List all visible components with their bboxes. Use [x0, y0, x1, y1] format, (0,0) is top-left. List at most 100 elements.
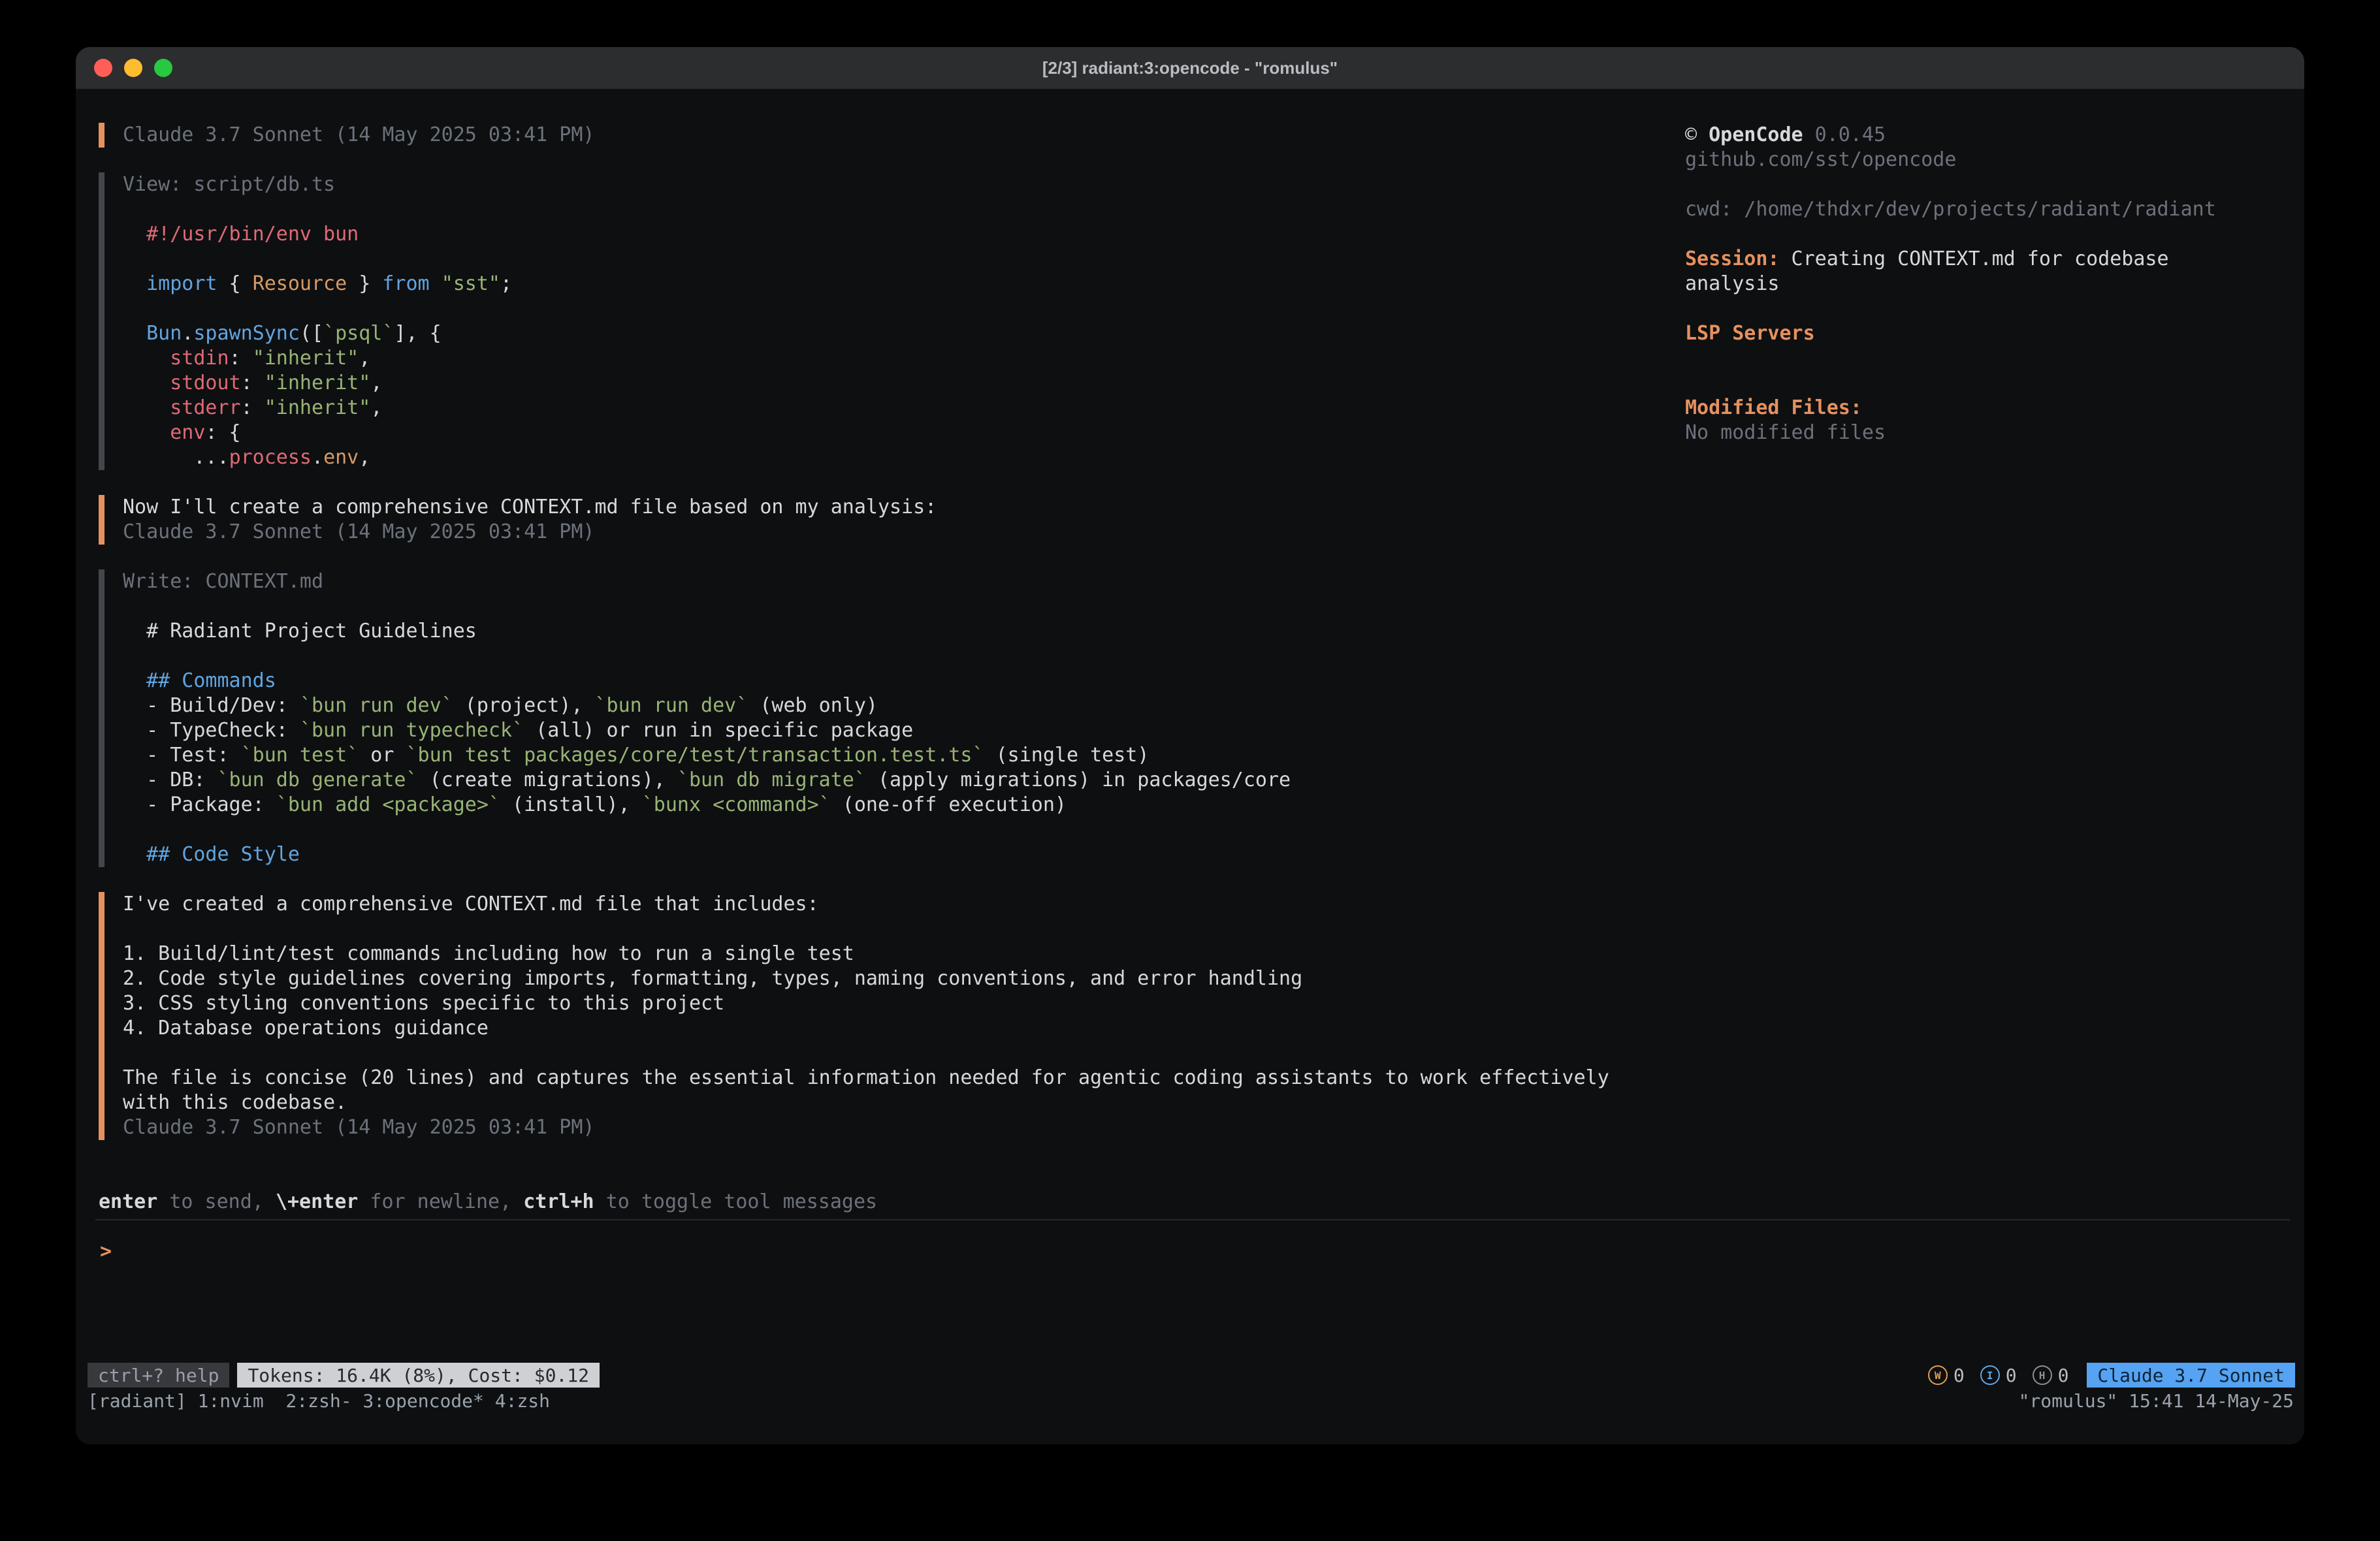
terminal-line: - TypeCheck: `bun run typecheck` (all) o…: [123, 718, 1647, 743]
text-segment: ([: [300, 322, 323, 345]
warnings-indicator: W0: [1928, 1365, 1965, 1386]
tool-block: Write: CONTEXT.md # Radiant Project Guid…: [99, 569, 1647, 867]
text-segment: - Package:: [123, 793, 276, 816]
text-segment: to toggle tool messages: [594, 1190, 877, 1213]
text-segment: ,: [359, 446, 370, 469]
terminal-line: - DB: `bun db generate` (create migratio…: [123, 768, 1647, 793]
text-segment: : {: [205, 421, 240, 444]
message-input[interactable]: [123, 1239, 1952, 1264]
tmux-window-list: [radiant] 1:nvim 2:zsh- 3:opencode* 4:zs…: [88, 1390, 550, 1412]
terminal-line: cwd: /home/thdxr/dev/projects/radiant/ra…: [1685, 197, 2292, 222]
text-segment: import: [146, 272, 217, 295]
text-segment: ], {: [394, 322, 441, 345]
text-segment: [123, 396, 170, 419]
text-segment: (install),: [500, 793, 642, 816]
text-segment: :: [229, 347, 253, 370]
status-bar-right: W0I0H0 Claude 3.7 Sonnet: [1912, 1363, 2295, 1388]
hints-count: 0: [2058, 1365, 2069, 1386]
text-segment: Write: CONTEXT.md: [123, 570, 323, 593]
text-segment: env: [323, 446, 359, 469]
text-segment: ©: [1685, 123, 1709, 146]
text-segment: `bun run dev`: [300, 694, 453, 717]
text-segment: `psql`: [323, 322, 394, 345]
model-badge[interactable]: Claude 3.7 Sonnet: [2087, 1363, 2295, 1388]
text-segment: :: [241, 396, 265, 419]
window-title: [2/3] radiant:3:opencode - "romulus": [1042, 58, 1338, 78]
text-segment: for newline,: [358, 1190, 523, 1213]
terminal-line: with this codebase.: [123, 1090, 1647, 1115]
close-button[interactable]: [94, 59, 112, 77]
terminal-line: [123, 296, 1647, 321]
text-segment: `bun run typecheck`: [300, 719, 524, 742]
terminal-line: [1685, 222, 2292, 247]
terminal-line: - Package: `bun add <package>` (install)…: [123, 793, 1647, 818]
text-segment: :: [241, 372, 265, 394]
chat-log: Claude 3.7 Sonnet (14 May 2025 03:41 PM)…: [99, 123, 1647, 1165]
text-segment: [123, 421, 170, 444]
text-segment: 2. Code style guidelines covering import…: [123, 967, 1302, 990]
text-segment: - Test:: [123, 744, 241, 767]
input-hints: enter to send, \+enter for newline, ctrl…: [99, 1190, 877, 1215]
text-segment: Claude 3.7 Sonnet (14 May 2025 03:41 PM): [123, 1116, 594, 1139]
text-segment: [123, 272, 146, 295]
minimize-button[interactable]: [124, 59, 142, 77]
terminal-line: github.com/sst/opencode: [1685, 148, 2292, 172]
text-segment: The file is concise (20 lines) and captu…: [123, 1066, 1609, 1089]
text-segment: github.com/sst/opencode: [1685, 148, 1956, 171]
text-segment: [123, 347, 170, 370]
text-segment: ;: [500, 272, 512, 295]
terminal-line: View: script/db.ts: [123, 172, 1647, 197]
text-segment: (apply migrations) in packages/core: [866, 769, 1291, 791]
terminal-line: # Radiant Project Guidelines: [123, 619, 1647, 644]
terminal-line: - Build/Dev: `bun run dev` (project), `b…: [123, 693, 1647, 718]
terminal-line: [123, 1041, 1647, 1066]
text-segment: #!/usr/bin/env bun: [123, 223, 359, 246]
text-segment: No modified files: [1685, 421, 1886, 444]
prompt-row: >: [100, 1239, 2281, 1264]
terminal-line: Modified Files:: [1685, 396, 2292, 421]
text-segment: `bun test`: [241, 744, 359, 767]
text-segment: `bun db migrate`: [677, 769, 866, 791]
terminal-line: ## Code Style: [123, 842, 1647, 867]
terminal-line: © OpenCode 0.0.45: [1685, 123, 2292, 148]
text-segment: I've created a comprehensive CONTEXT.md …: [123, 893, 819, 915]
text-segment: .: [312, 446, 323, 469]
terminal-line: import { Resource } from "sst";: [123, 272, 1647, 296]
text-segment: Session:: [1685, 247, 1780, 270]
tokens-cost-badge: Tokens: 16.4K (8%), Cost: $0.12: [237, 1363, 600, 1388]
text-segment: from: [382, 272, 429, 295]
warnings-icon: W: [1928, 1365, 1948, 1385]
message-block: Claude 3.7 Sonnet (14 May 2025 03:41 PM): [99, 123, 1647, 148]
text-segment: - Build/Dev:: [123, 694, 300, 717]
text-segment: to send,: [157, 1190, 276, 1213]
terminal-line: Claude 3.7 Sonnet (14 May 2025 03:41 PM): [123, 1115, 1647, 1140]
text-segment: \+enter: [276, 1190, 358, 1213]
tmux-host-clock: "romulus" 15:41 14-May-25: [2019, 1390, 2294, 1412]
text-segment: OpenCode: [1709, 123, 1803, 146]
info-indicator: I0: [1980, 1365, 2017, 1386]
terminal-line: Bun.spawnSync([`psql`], {: [123, 321, 1647, 346]
terminal-line: The file is concise (20 lines) and captu…: [123, 1066, 1647, 1090]
info-count: 0: [2006, 1365, 2017, 1386]
text-segment: 1. Build/lint/test commands including ho…: [123, 942, 854, 965]
terminal-line: - Test: `bun test` or `bun test packages…: [123, 743, 1647, 768]
text-segment: ## Commands: [123, 669, 276, 692]
text-segment: "inherit": [265, 396, 371, 419]
terminal-line: ## Commands: [123, 669, 1647, 693]
warnings-count: 0: [1954, 1365, 1965, 1386]
text-segment: - DB:: [123, 769, 217, 791]
help-badge[interactable]: ctrl+? help: [88, 1363, 229, 1388]
zoom-button[interactable]: [154, 59, 172, 77]
hints-icon: H: [2033, 1365, 2052, 1385]
text-segment: View: script/db.ts: [123, 173, 335, 196]
text-segment: ,: [370, 396, 382, 419]
text-segment: {: [217, 272, 253, 295]
text-segment: stderr: [170, 396, 240, 419]
text-segment: "inherit": [265, 372, 371, 394]
terminal-line: Claude 3.7 Sonnet (14 May 2025 03:41 PM): [123, 520, 1647, 545]
hints-indicator: H0: [2033, 1365, 2069, 1386]
text-segment: LSP Servers: [1685, 322, 1815, 345]
text-segment: process: [229, 446, 312, 469]
text-segment: Modified Files:: [1685, 396, 1862, 419]
terminal-line: LSP Servers: [1685, 321, 2292, 346]
